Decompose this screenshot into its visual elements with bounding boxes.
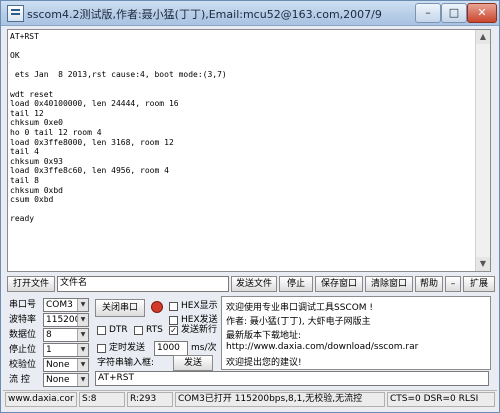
receive-text: AT+RST OK ets Jan 8 2013,rst cause:4, bo… (10, 32, 227, 224)
chevron-down-icon: ▼ (77, 359, 88, 371)
status-signals: CTS=0 DSR=0 RLSI (387, 392, 495, 407)
maximize-button[interactable]: □ (441, 3, 467, 23)
rts-checkbox[interactable] (134, 326, 143, 335)
parity-label: 校验位 (9, 360, 37, 370)
info-line-feedback: 欢迎提出您的建议! (226, 358, 302, 368)
port-select[interactable]: COM3 ▼ (43, 298, 89, 312)
app-icon (7, 5, 24, 22)
dtr-label: DTR (109, 325, 128, 335)
baud-value: 115200 (46, 315, 81, 325)
scroll-down-icon[interactable]: ▼ (476, 257, 490, 271)
send-newline-label: 发送新行 (181, 325, 218, 335)
minus-button[interactable]: – (445, 276, 461, 292)
databits-label: 数据位 (9, 330, 37, 340)
info-line-welcome: 欢迎使用专业串口调试工具SSCOM ! (226, 303, 374, 313)
parity-select[interactable]: None ▼ (43, 358, 89, 372)
chevron-down-icon: ▼ (77, 374, 88, 386)
stopbits-select[interactable]: 1 ▼ (43, 343, 89, 357)
flow-value: None (46, 375, 70, 385)
parity-value: None (46, 360, 70, 370)
port-value: COM3 (46, 300, 73, 310)
open-file-button[interactable]: 打开文件 (7, 276, 55, 292)
send-newline-checkbox[interactable]: ✓ (169, 326, 178, 335)
port-label: 串口号 (9, 300, 37, 310)
expand-button[interactable]: 扩展 (463, 276, 495, 292)
clear-window-button[interactable]: 清除窗口 (365, 276, 413, 292)
interval-unit: ms/次 (191, 343, 217, 353)
file-name-field[interactable]: 文件名 (57, 276, 229, 292)
chevron-down-icon: ▼ (77, 299, 88, 311)
close-button[interactable]: ✕ (467, 3, 497, 23)
interval-input[interactable]: 1000 (154, 341, 188, 356)
status-sent-count: S:8 (79, 392, 125, 407)
info-line-download-url[interactable]: http://www.daxia.com/download/sscom.rar (226, 342, 418, 352)
window-title: sscom4.2测试版,作者:聂小猛(丁丁),Email:mcu52@163.c… (27, 8, 382, 21)
flow-select[interactable]: None ▼ (43, 373, 89, 387)
hex-display-label: HEX显示 (181, 301, 218, 311)
flow-label: 流 控 (9, 375, 30, 385)
minimize-button[interactable]: – (415, 3, 441, 23)
timed-send-checkbox[interactable] (97, 344, 106, 353)
toolbar: 打开文件 文件名 发送文件 停止 保存窗口 清除窗口 帮助 – 扩展 (7, 276, 495, 294)
chevron-down-icon: ▼ (77, 329, 88, 341)
save-window-button[interactable]: 保存窗口 (315, 276, 363, 292)
stopbits-value: 1 (46, 345, 52, 355)
stop-button[interactable]: 停止 (279, 276, 313, 292)
hex-send-checkbox[interactable] (169, 316, 178, 325)
hex-display-checkbox[interactable] (169, 302, 178, 311)
string-input-label: 字符串输入框: (97, 358, 155, 368)
vertical-scrollbar[interactable]: ▲ ▼ (475, 30, 490, 271)
dtr-checkbox[interactable] (97, 326, 106, 335)
title-bar: sscom4.2测试版,作者:聂小猛(丁丁),Email:mcu52@163.c… (1, 1, 499, 26)
baud-select[interactable]: 115200 ▼ (43, 313, 89, 327)
app-window: sscom4.2测试版,作者:聂小猛(丁丁),Email:mcu52@163.c… (0, 0, 500, 413)
scroll-up-icon[interactable]: ▲ (476, 30, 490, 44)
databits-select[interactable]: 8 ▼ (43, 328, 89, 342)
rts-label: RTS (146, 325, 163, 335)
databits-value: 8 (46, 330, 52, 340)
port-status-icon (151, 301, 163, 313)
receive-area[interactable]: AT+RST OK ets Jan 8 2013,rst cause:4, bo… (7, 29, 491, 272)
info-line-author: 作者: 聂小猛(丁丁), 大虾电子网版主 (226, 317, 371, 327)
chevron-down-icon: ▼ (77, 344, 88, 356)
send-button[interactable]: 发送 (173, 355, 213, 371)
close-port-button[interactable]: 关闭串口 (95, 299, 145, 317)
send-file-button[interactable]: 发送文件 (231, 276, 277, 292)
help-button[interactable]: 帮助 (415, 276, 443, 292)
baud-label: 波特率 (9, 315, 37, 325)
status-bar: www.daxia.cor S:8 R:293 COM3已打开 115200bp… (3, 390, 497, 409)
send-input[interactable]: AT+RST (95, 371, 489, 386)
chevron-down-icon: ▼ (77, 314, 88, 326)
status-port-state: COM3已打开 115200bps,8,1,无校验,无流控 (175, 392, 385, 407)
save-data-spacer (217, 299, 219, 313)
stopbits-label: 停止位 (9, 345, 37, 355)
status-received-count: R:293 (127, 392, 173, 407)
info-panel: 欢迎使用专业串口调试工具SSCOM ! 作者: 聂小猛(丁丁), 大虾电子网版主… (221, 296, 491, 370)
status-website[interactable]: www.daxia.cor (5, 392, 77, 407)
timed-send-label: 定时发送 (109, 343, 146, 353)
info-line-download-label: 最新版本下载地址: (226, 331, 302, 341)
